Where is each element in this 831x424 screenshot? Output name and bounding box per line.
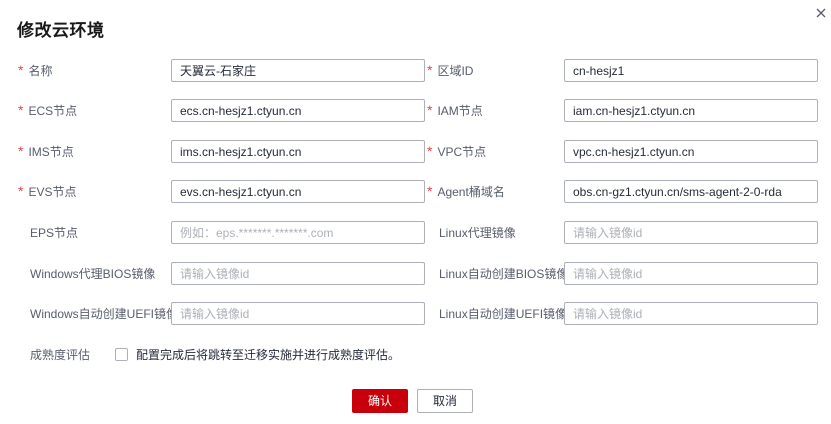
region-id-input[interactable] bbox=[564, 59, 818, 82]
field-label-agent-bucket: * Agent桶域名 bbox=[427, 183, 505, 199]
field-label-linux-bios-image: Linux自动创建BIOS镜像 bbox=[439, 267, 569, 281]
field-label-name: * 名称 bbox=[18, 62, 53, 78]
agent-bucket-domain-input[interactable] bbox=[564, 180, 818, 203]
field-label-eps: EPS节点 bbox=[30, 226, 79, 240]
required-marker: * bbox=[427, 62, 433, 78]
required-marker: * bbox=[427, 183, 433, 199]
field-label-windows-uefi-image: Windows自动创建UEFI镜像 bbox=[30, 307, 179, 321]
field-label-evs: * EVS节点 bbox=[18, 183, 77, 199]
ecs-endpoint-input[interactable] bbox=[171, 99, 425, 122]
cancel-button[interactable]: 取消 bbox=[417, 389, 473, 413]
name-input[interactable] bbox=[171, 59, 425, 82]
linux-uefi-image-input[interactable] bbox=[564, 302, 818, 325]
maturity-checkbox-text[interactable]: 配置完成后将跳转至迁移实施并进行成熟度评估。 bbox=[136, 343, 400, 367]
vpc-endpoint-input[interactable] bbox=[564, 140, 818, 163]
field-label-iam: * IAM节点 bbox=[427, 102, 483, 118]
confirm-button[interactable]: 确认 bbox=[352, 389, 408, 413]
field-label-maturity: 成熟度评估 bbox=[30, 348, 91, 362]
field-label-linux-agent-image: Linux代理镜像 bbox=[439, 226, 516, 240]
linux-bios-image-input[interactable] bbox=[564, 262, 818, 285]
maturity-assessment-checkbox[interactable] bbox=[115, 348, 128, 361]
edit-cloud-environment-dialog: 修改云环境 *名称 *区域ID *ECS节点 *IAM节点 *IMS节点 *VP… bbox=[0, 0, 831, 424]
field-label-linux-uefi-image: Linux自动创建UEFI镜像 bbox=[439, 307, 568, 321]
iam-endpoint-input[interactable] bbox=[564, 99, 818, 122]
required-marker: * bbox=[18, 102, 24, 118]
required-marker: * bbox=[427, 143, 433, 159]
field-label-ims: * IMS节点 bbox=[18, 143, 74, 159]
windows-uefi-image-input[interactable] bbox=[171, 302, 425, 325]
field-label-ecs: * ECS节点 bbox=[18, 102, 78, 118]
linux-agent-image-input[interactable] bbox=[564, 221, 818, 244]
required-marker: * bbox=[18, 62, 24, 78]
field-label-vpc: * VPC节点 bbox=[427, 143, 487, 159]
eps-endpoint-input[interactable] bbox=[171, 221, 425, 244]
field-label-region-id: * 区域ID bbox=[427, 62, 474, 78]
windows-bios-image-input[interactable] bbox=[171, 262, 425, 285]
close-icon[interactable] bbox=[815, 7, 827, 19]
required-marker: * bbox=[18, 143, 24, 159]
required-marker: * bbox=[18, 183, 24, 199]
required-marker: * bbox=[427, 102, 433, 118]
dialog-title: 修改云环境 bbox=[17, 21, 105, 40]
ims-endpoint-input[interactable] bbox=[171, 140, 425, 163]
evs-endpoint-input[interactable] bbox=[171, 180, 425, 203]
field-label-windows-bios-image: Windows代理BIOS镜像 bbox=[30, 267, 156, 281]
